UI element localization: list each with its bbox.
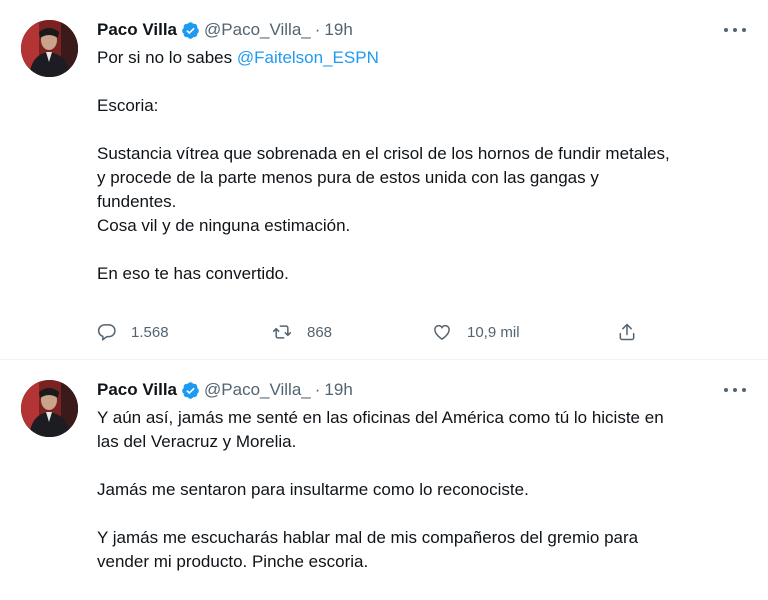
text-line: fundentes. [97, 192, 177, 211]
handle[interactable]: @Paco_Villa_ [204, 380, 311, 400]
text-line: Sustancia vítrea que sobrenada en el cri… [97, 144, 670, 163]
timeline: Paco Villa @Paco_Villa_ · 19h Por si no … [0, 0, 768, 600]
avatar[interactable] [21, 20, 78, 77]
share-icon [617, 322, 637, 342]
retweet-button[interactable]: 868 [271, 318, 332, 346]
text-line: Por si no lo sabes @Faitelson_ESPN [97, 46, 748, 70]
separator: · [314, 20, 321, 39]
retweet-count: 868 [307, 323, 333, 341]
reply-icon [97, 322, 117, 342]
tweet-header: Paco Villa @Paco_Villa_ · 19h [97, 18, 353, 42]
more-horizontal-icon[interactable] [724, 382, 746, 398]
text-line: Jamás me sentaron para insultarme como l… [97, 480, 529, 499]
text-line: Y aún así, jamás me senté en las oficina… [97, 408, 664, 427]
text-line: y procede de la parte menos pura de esto… [97, 168, 599, 187]
tweet[interactable]: Paco Villa @Paco_Villa_ · 19h Y aún así,… [0, 360, 768, 600]
text-line: las del Veracruz y Morelia. [97, 432, 297, 451]
tweet-text: Por si no lo sabes @Faitelson_ESPN Escor… [97, 46, 748, 286]
text-segment: Por si no lo sabes [97, 48, 237, 67]
tweet-text: Y aún así, jamás me senté en las oficina… [97, 406, 748, 574]
retweet-icon [271, 322, 293, 342]
mention-link[interactable]: @Faitelson_ESPN [237, 48, 379, 67]
separator: · [314, 380, 321, 399]
share-button[interactable] [617, 318, 637, 346]
handle[interactable]: @Paco_Villa_ [204, 20, 311, 40]
reply-count: 1.568 [131, 323, 169, 341]
text-line: Cosa vil y de ninguna estimación. [97, 216, 351, 235]
action-bar: 1.568 868 10,9 mil [97, 318, 657, 346]
verified-badge-icon [181, 381, 200, 400]
verified-badge-icon [181, 21, 200, 40]
timestamp[interactable]: 19h [324, 20, 352, 40]
tweet[interactable]: Paco Villa @Paco_Villa_ · 19h Por si no … [0, 0, 768, 360]
like-count: 10,9 mil [467, 323, 520, 341]
tweet-header: Paco Villa @Paco_Villa_ · 19h [97, 378, 353, 402]
text-line: Escoria: [97, 96, 159, 115]
text-line: Y jamás me escucharás hablar mal de mis … [97, 528, 639, 547]
text-line: En eso te has convertido. [97, 264, 289, 283]
text-line: vender mi producto. Pinche escoria. [97, 552, 369, 571]
like-button[interactable]: 10,9 mil [431, 318, 520, 346]
timestamp[interactable]: 19h [324, 380, 352, 400]
more-horizontal-icon[interactable] [724, 22, 746, 38]
reply-button[interactable]: 1.568 [97, 318, 169, 346]
display-name[interactable]: Paco Villa [97, 20, 177, 40]
like-icon [431, 322, 453, 342]
avatar[interactable] [21, 380, 78, 437]
display-name[interactable]: Paco Villa [97, 380, 177, 400]
